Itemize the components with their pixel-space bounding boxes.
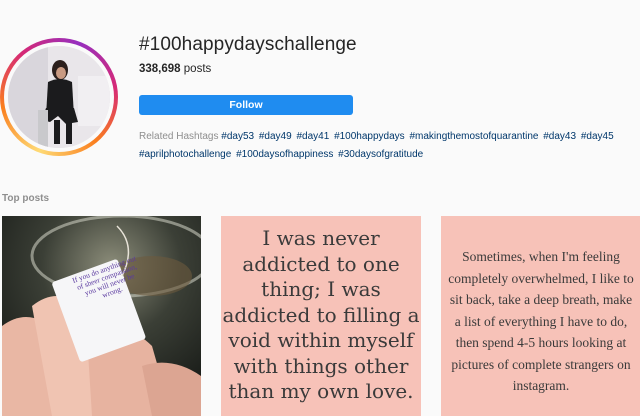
follow-button[interactable]: Follow (139, 95, 353, 115)
related-hashtag-link[interactable]: #day43 (543, 131, 576, 142)
post-count: 338,698 posts (139, 63, 211, 75)
post-tile-tea-bag[interactable] (2, 216, 201, 416)
post-quote-text: I was never addicted to one thing; I was… (222, 226, 420, 403)
related-hashtag-link[interactable]: #day45 (581, 131, 614, 142)
top-posts-heading: Top posts (2, 193, 50, 204)
post-count-label: posts (183, 63, 212, 75)
related-hashtag-link[interactable]: #30daysofgratitude (338, 149, 423, 160)
hashtag-avatar (0, 38, 118, 156)
related-hashtag-link[interactable]: #makingthemostofquarantine (409, 131, 538, 142)
related-hashtag-link[interactable]: #day49 (259, 131, 292, 142)
post-quote-text: Sometimes, when I'm feeling completely o… (448, 249, 634, 393)
post-tile-quote-overwhelmed[interactable]: Sometimes, when I'm feeling completely o… (441, 216, 640, 416)
related-hashtag-link[interactable]: #100daysofhappiness (236, 149, 333, 160)
related-hashtag-link[interactable]: #100happydays (334, 131, 405, 142)
related-hashtag-link[interactable]: #day41 (296, 131, 329, 142)
related-hashtags-label: Related Hashtags (139, 131, 219, 142)
hashtag-title: #100happydayschallenge (139, 34, 357, 55)
post-tile-quote-addicted[interactable]: I was never addicted to one thing; I was… (221, 216, 421, 416)
related-hashtags: Related Hashtags #day53 #day49 #day41 #1… (139, 128, 634, 164)
related-hashtag-link[interactable]: #day53 (221, 131, 254, 142)
post-count-number: 338,698 (139, 63, 181, 75)
avatar-photo (8, 46, 110, 148)
related-hashtag-link[interactable]: #aprilphotochallenge (139, 149, 231, 160)
